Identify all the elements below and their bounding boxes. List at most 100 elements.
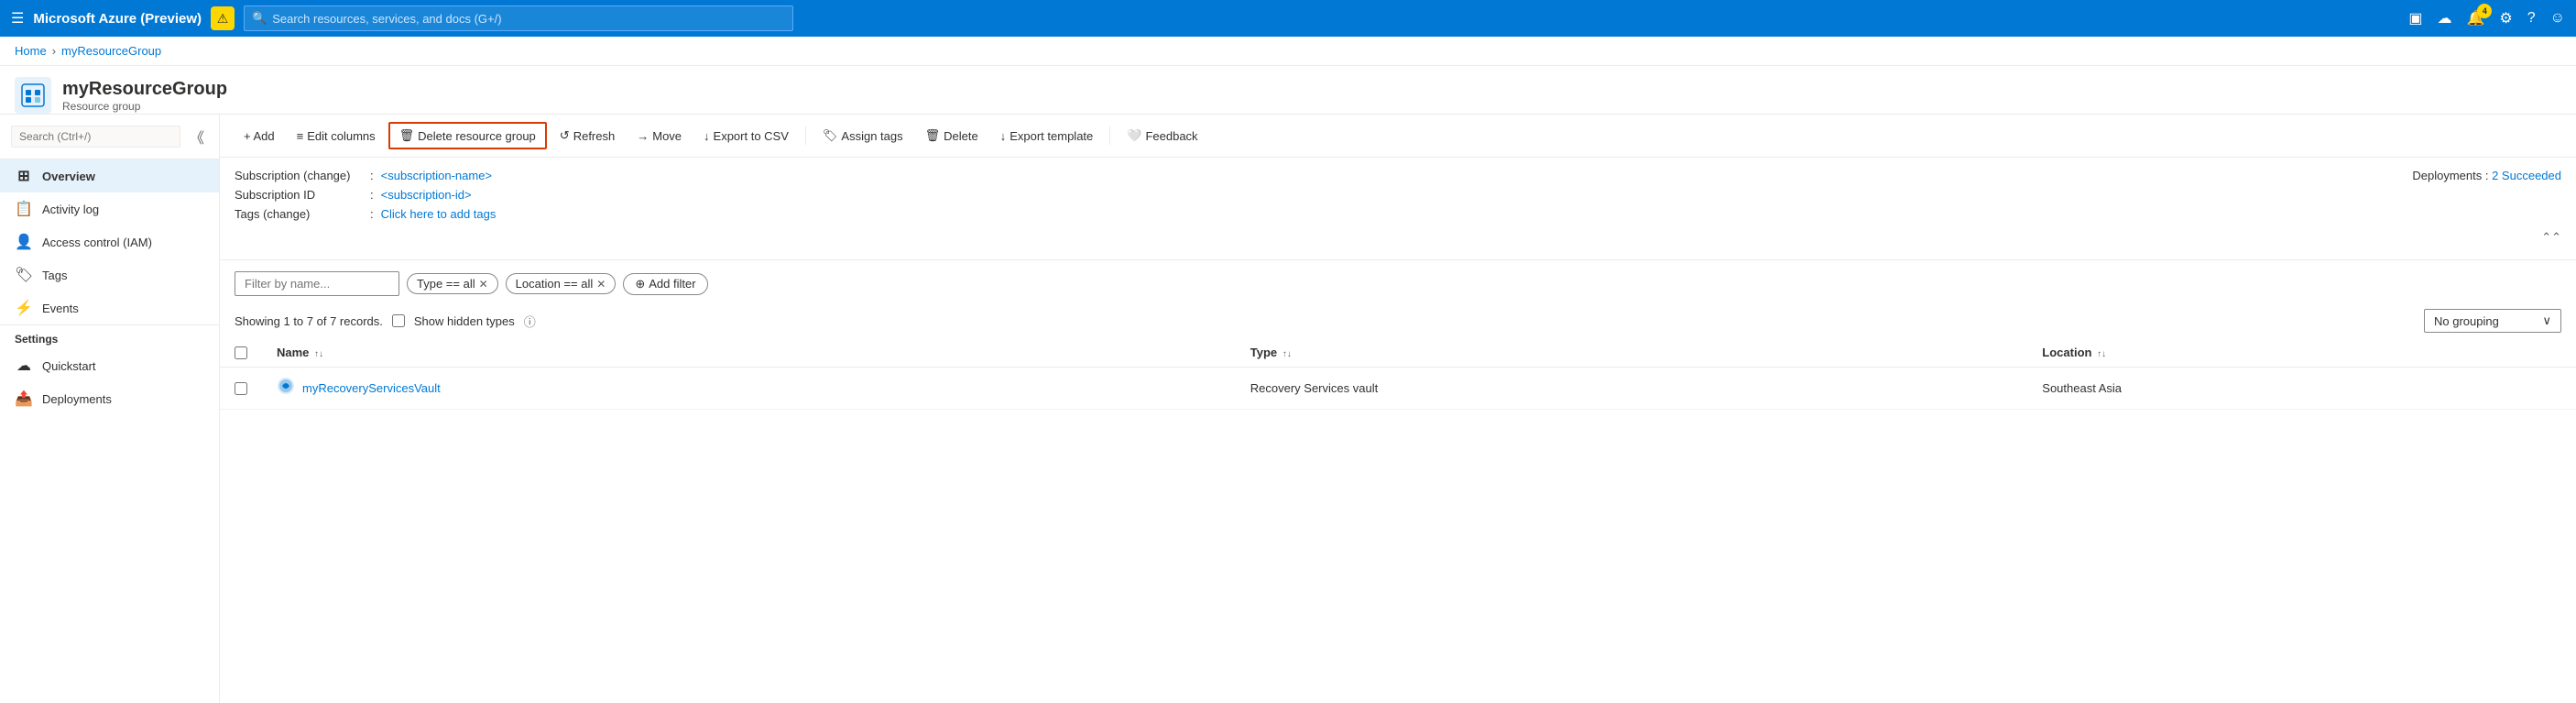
notification-icon[interactable]: 🔔 4 (2466, 9, 2484, 27)
sidebar-section-settings: Settings (0, 324, 219, 349)
help-icon[interactable]: ? (2527, 10, 2536, 27)
type-column-header: Type ↑↓ (1236, 338, 2028, 368)
filter-by-name-input[interactable] (235, 271, 399, 296)
resource-name-link[interactable]: myRecoveryServicesVault (302, 381, 441, 395)
sidebar-item-deployments[interactable]: 📤 Deployments (0, 382, 219, 415)
page-subtitle: Resource group (62, 100, 227, 113)
smiley-icon[interactable]: ☺ (2550, 10, 2565, 27)
refresh-icon: ↺ (560, 128, 570, 143)
sidebar-item-iam[interactable]: 👤 Access control (IAM) (0, 225, 219, 258)
subscription-value[interactable]: <subscription-name> (381, 169, 492, 182)
sidebar-collapse-button[interactable]: 《 (186, 122, 208, 151)
select-all-checkbox[interactable] (235, 346, 247, 359)
sidebar-search-input[interactable] (11, 126, 180, 148)
collapse-icon: ⌃⌃ (2541, 230, 2561, 245)
breadcrumb-home[interactable]: Home (15, 44, 47, 58)
delete-resource-group-icon: 🗑 (399, 128, 415, 143)
export-csv-button[interactable]: ↓ Export to CSV (694, 125, 798, 148)
delete-label: Delete (944, 129, 978, 143)
resources-table: Name ↑↓ Type ↑↓ Location ↑↓ (220, 338, 2576, 410)
settings-icon[interactable]: ⚙ (2499, 9, 2512, 27)
sidebar-item-activity-log[interactable]: 📋 Activity log (0, 192, 219, 225)
search-placeholder-text: Search resources, services, and docs (G+… (272, 12, 501, 26)
subscription-id-value[interactable]: <subscription-id> (381, 188, 472, 202)
global-search-bar[interactable]: 🔍 Search resources, services, and docs (… (244, 5, 793, 31)
show-hidden-checkbox[interactable] (392, 314, 405, 327)
feedback-button[interactable]: 🤍 Feedback (1118, 124, 1206, 148)
page-header-text: myResourceGroup Resource group (62, 79, 227, 113)
main-layout: 《 ⊞ Overview 📋 Activity log 👤 Access con… (0, 115, 2576, 703)
location-sort-icon[interactable]: ↑↓ (2097, 349, 2106, 359)
subscription-id-link[interactable]: <subscription-id> (381, 188, 472, 202)
info-section: Subscription (change) : <subscription-na… (220, 158, 2576, 260)
content-area: + Add ≡ Edit columns 🗑 Delete resource g… (220, 115, 2576, 703)
terminal-icon[interactable]: ▣ (2408, 9, 2422, 27)
type-sort-icon[interactable]: ↑↓ (1283, 349, 1292, 359)
type-filter-tag[interactable]: Type == all ✕ (407, 273, 498, 294)
edit-columns-button[interactable]: ≡ Edit columns (288, 125, 385, 148)
subscription-id-label: Subscription ID (235, 188, 363, 202)
deployments-value[interactable]: 2 Succeeded (2492, 169, 2561, 182)
sidebar-search-container: 《 (0, 115, 219, 159)
move-label: Move (652, 129, 682, 143)
nav-icons: ▣ ☁ 🔔 4 ⚙ ? ☺ (2408, 9, 2565, 27)
refresh-button[interactable]: ↺ Refresh (551, 124, 624, 148)
grouping-dropdown[interactable]: No grouping ∨ (2424, 309, 2561, 333)
add-filter-button[interactable]: ⊕ Add filter (623, 273, 707, 295)
filter-bar: Type == all ✕ Location == all ✕ ⊕ Add fi… (220, 260, 2576, 303)
app-title: Microsoft Azure (Preview) (33, 11, 202, 27)
export-csv-label: Export to CSV (714, 129, 789, 143)
events-icon: ⚡ (15, 299, 33, 317)
breadcrumb: Home › myResourceGroup (0, 37, 2576, 66)
assign-tags-button[interactable]: 🏷 Assign tags (813, 124, 912, 148)
edit-columns-icon: ≡ (297, 129, 304, 143)
edit-columns-label: Edit columns (307, 129, 375, 143)
warning-badge-icon[interactable]: ⚠ (211, 6, 235, 30)
hamburger-icon[interactable]: ☰ (11, 9, 24, 27)
sidebar-item-overview[interactable]: ⊞ Overview (0, 159, 219, 192)
sidebar-item-quickstart[interactable]: ☁ Quickstart (0, 349, 219, 382)
name-sort-icon[interactable]: ↑↓ (314, 349, 323, 359)
export-template-label: Export template (1010, 129, 1093, 143)
sidebar-item-label-iam: Access control (IAM) (42, 236, 152, 249)
breadcrumb-resource-group[interactable]: myResourceGroup (61, 44, 161, 58)
deployments-icon: 📤 (15, 390, 33, 408)
results-count-text: Showing 1 to 7 of 7 records. (235, 314, 383, 328)
search-icon: 🔍 (252, 11, 267, 26)
add-button[interactable]: + Add (235, 125, 284, 148)
location-filter-tag[interactable]: Location == all ✕ (506, 273, 617, 294)
export-template-icon: ↓ (1000, 129, 1007, 143)
feedback-label: Feedback (1145, 129, 1197, 143)
tags-value[interactable]: Click here to add tags (381, 207, 497, 221)
tags-link[interactable]: Click here to add tags (381, 207, 497, 221)
type-cell: Recovery Services vault (1236, 368, 2028, 410)
resource-group-icon (15, 77, 51, 114)
delete-button[interactable]: 🗑 Delete (916, 124, 988, 148)
type-filter-close-icon[interactable]: ✕ (479, 278, 488, 291)
top-navigation: ☰ Microsoft Azure (Preview) ⚠ 🔍 Search r… (0, 0, 2576, 37)
feedback-icon: 🤍 (1127, 128, 1141, 143)
subscription-link[interactable]: <subscription-name> (381, 169, 492, 182)
sidebar-item-events[interactable]: ⚡ Events (0, 291, 219, 324)
row-checkbox[interactable] (235, 382, 247, 395)
name-column-label: Name (277, 346, 309, 359)
toolbar: + Add ≡ Edit columns 🗑 Delete resource g… (220, 115, 2576, 158)
cloud-icon[interactable]: ☁ (2437, 9, 2451, 27)
subscription-label: Subscription (change) (235, 169, 363, 182)
name-column-header: Name ↑↓ (262, 338, 1236, 368)
page-title: myResourceGroup (62, 79, 227, 100)
export-template-button[interactable]: ↓ Export template (991, 125, 1103, 148)
collapse-arrow[interactable]: ⌃⌃ (235, 226, 2561, 248)
delete-resource-group-button[interactable]: 🗑 Delete resource group (388, 122, 547, 149)
move-icon: → (637, 129, 649, 143)
add-filter-icon: ⊕ (635, 277, 645, 291)
sidebar-item-tags[interactable]: 🏷 Tags (0, 258, 219, 291)
location-cell: Southeast Asia (2027, 368, 2576, 410)
info-deployments-container: Subscription (change) : <subscription-na… (235, 169, 2561, 226)
location-column-label: Location (2042, 346, 2091, 359)
location-filter-close-icon[interactable]: ✕ (596, 278, 606, 291)
show-hidden-info-icon[interactable]: ⓘ (524, 313, 536, 330)
delete-resource-group-label: Delete resource group (418, 129, 536, 143)
sidebar-item-label-deployments: Deployments (42, 392, 112, 406)
move-button[interactable]: → Move (628, 125, 691, 148)
